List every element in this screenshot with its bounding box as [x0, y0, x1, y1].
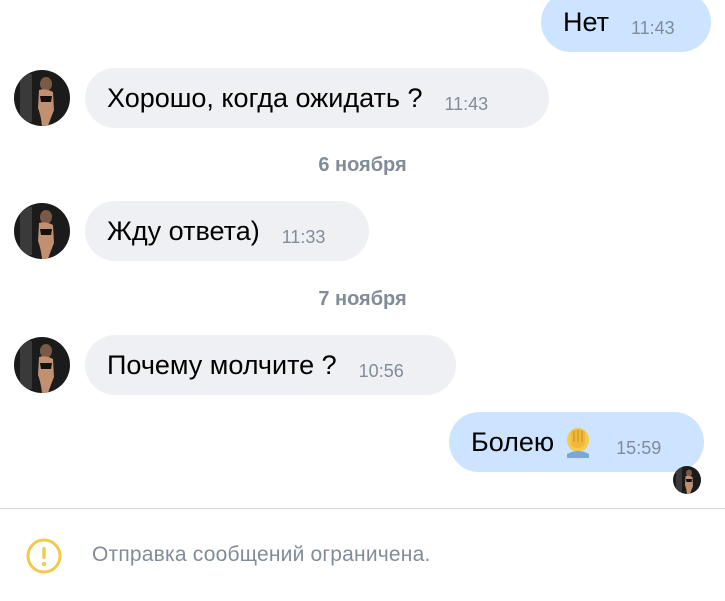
- message-time: 11:43: [444, 93, 489, 114]
- warning-circle-icon: [26, 538, 62, 574]
- message-time: 15:59: [616, 437, 662, 458]
- message-time: 10:56: [358, 360, 404, 381]
- face-palm-emoji: [562, 426, 594, 458]
- date-separator: 7 ноября: [318, 288, 407, 310]
- restriction-notice: Отправка сообщений ограничена.: [92, 543, 431, 566]
- message-text: Хорошо, когда ожидать ?: [107, 82, 423, 113]
- message-text: Почему молчите ?: [107, 349, 337, 380]
- message-bubble-incoming[interactable]: Жду ответа) 11:33: [85, 201, 369, 261]
- message-text: Нет: [563, 6, 609, 37]
- message-time: 11:43: [630, 17, 675, 38]
- avatar[interactable]: [14, 70, 70, 126]
- read-receipt-avatar: [673, 466, 701, 494]
- composer-restricted-bar: Отправка сообщений ограничена.: [0, 508, 725, 601]
- message-bubble-outgoing[interactable]: Болею 15:59: [449, 412, 704, 472]
- message-time: 11:33: [281, 226, 326, 247]
- message-text: Жду ответа): [107, 215, 260, 246]
- message-history[interactable]: Нет 11:43 Хорошо, когда ожидать ? 11:43 …: [0, 0, 725, 508]
- message-bubble-outgoing[interactable]: Нет 11:43: [541, 0, 711, 52]
- avatar[interactable]: [14, 337, 70, 393]
- avatar[interactable]: [14, 203, 70, 259]
- date-separator: 6 ноября: [318, 154, 407, 176]
- message-bubble-incoming[interactable]: Почему молчите ? 10:56: [85, 335, 456, 395]
- message-bubble-incoming[interactable]: Хорошо, когда ожидать ? 11:43: [85, 68, 549, 128]
- message-text: Болею: [471, 426, 555, 457]
